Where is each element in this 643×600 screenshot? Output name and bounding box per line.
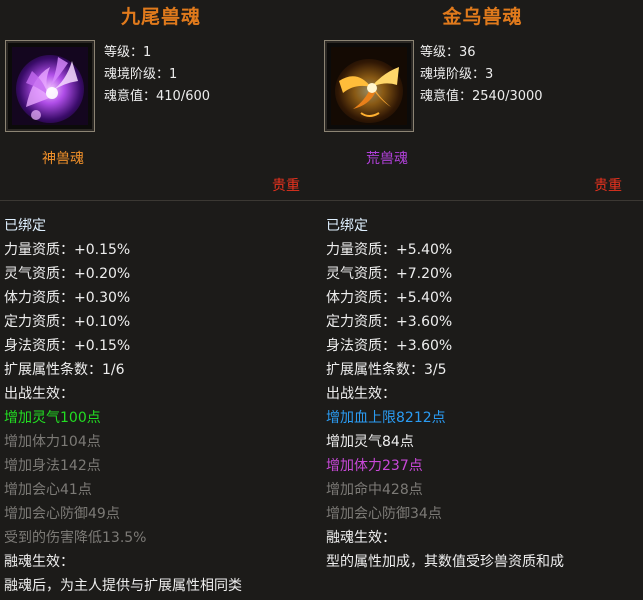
detail-line: 定力资质：+0.10% <box>4 314 131 330</box>
divider <box>322 200 643 201</box>
detail-line: 力量资质：+0.15% <box>4 242 131 258</box>
realm-text: 魂境阶级：3 <box>420 67 494 82</box>
spirit-title: 九尾兽魂 <box>120 6 201 28</box>
spirit-details: 已绑定力量资质：+0.15% 灵气资质：+0.20% 体力资质：+0.30% 定力资质… <box>4 214 322 598</box>
detail-line: 扩展属性条数：1/6 <box>4 362 125 378</box>
detail-line: 增加身法142点 <box>4 458 101 474</box>
detail-line: 体力资质：+5.40% <box>326 290 453 306</box>
divider <box>0 200 322 201</box>
spirit-type-label: 神兽魂 <box>42 151 84 167</box>
detail-line: 增加体力237点 <box>326 458 423 474</box>
detail-line: 出战生效： <box>326 386 396 402</box>
detail-line: 灵气资质：+0.20% <box>4 266 131 282</box>
realm-text: 魂境阶级：1 <box>104 67 178 82</box>
detail-line: 增加体力104点 <box>4 434 101 450</box>
level-text: 等级：1 <box>104 45 152 60</box>
soul-value-text: 魂意值：410/600 <box>104 89 211 104</box>
detail-line: 增加会心41点 <box>4 482 92 498</box>
detail-line: 扩展属性条数：3/5 <box>326 362 447 378</box>
detail-line: 体力资质：+0.30% <box>4 290 131 306</box>
spirit-stats: 等级：36 魂境阶级：3 魂意值：2540/3000 <box>420 42 543 108</box>
detail-line: 已绑定 <box>326 218 368 234</box>
detail-line: 身法资质：+0.15% <box>4 338 131 354</box>
detail-line: 出战生效： <box>4 386 74 402</box>
soul-value-text: 魂意值：2540/3000 <box>420 89 543 104</box>
left-spirit-panel: 九尾兽魂 等级：1 魂境阶级：1 魂意值：410/600 神兽魂 贵重 已绑定 … <box>0 0 322 600</box>
level-text: 等级：36 <box>420 45 476 60</box>
spirit-stats: 等级：1 魂境阶级：1 魂意值：410/600 <box>104 42 210 108</box>
right-spirit-panel: 金乌兽魂 等级：36 魂境阶级：3 魂意值：2540/3000 荒兽魂 贵重 已… <box>322 0 643 600</box>
rarity-label: 贵重 <box>272 178 300 194</box>
detail-line: 灵气资质：+7.20% <box>326 266 453 282</box>
golden-crow-spirit-icon <box>331 47 407 125</box>
detail-line: 力量资质：+5.40% <box>326 242 453 258</box>
detail-line: 增加会心防御49点 <box>4 506 120 522</box>
detail-line: 融魂后，为主人提供与扩展属性相同类 <box>4 578 242 594</box>
detail-line: 定力资质：+3.60% <box>326 314 453 330</box>
spirit-icon-frame[interactable] <box>5 40 95 132</box>
spirit-type-label: 荒兽魂 <box>366 151 408 167</box>
spirit-title: 金乌兽魂 <box>442 6 523 28</box>
detail-line: 增加灵气84点 <box>326 434 414 450</box>
nine-tail-fox-spirit-icon <box>12 47 88 125</box>
rarity-label: 贵重 <box>594 178 622 194</box>
detail-line: 融魂生效： <box>4 554 74 570</box>
detail-line: 融魂生效： <box>326 530 396 546</box>
detail-line: 已绑定 <box>4 218 46 234</box>
detail-line: 增加命中428点 <box>326 482 423 498</box>
spirit-details: 已绑定力量资质：+5.40% 灵气资质：+7.20% 体力资质：+5.40% 定力资质… <box>326 214 643 574</box>
detail-line: 受到的伤害降低13.5% <box>4 530 147 546</box>
detail-line: 增加灵气100点 <box>4 410 101 426</box>
detail-line: 增加血上限8212点 <box>326 410 446 426</box>
spirit-icon-frame[interactable] <box>324 40 414 132</box>
detail-line: 型的属性加成，其数值受珍兽资质和成 <box>326 554 564 570</box>
detail-line: 增加会心防御34点 <box>326 506 442 522</box>
detail-line: 身法资质：+3.60% <box>326 338 453 354</box>
